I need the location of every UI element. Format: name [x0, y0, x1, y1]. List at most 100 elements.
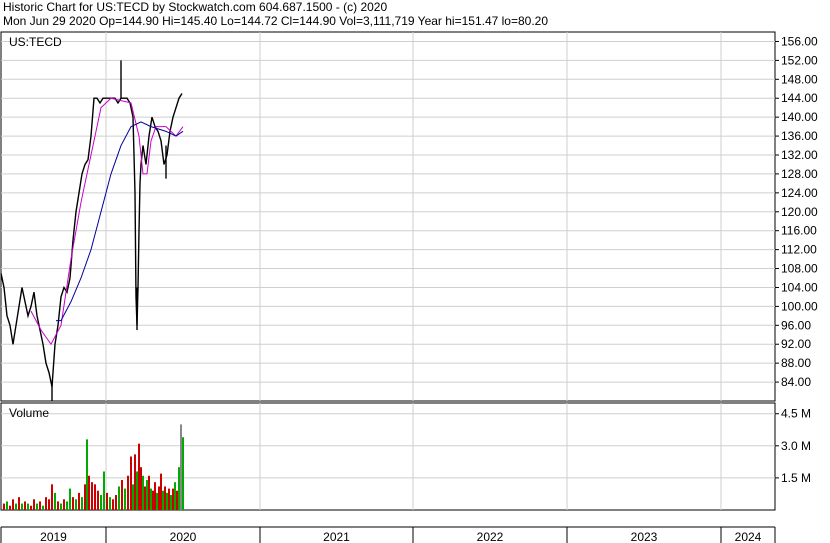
volume-bar [69, 488, 71, 510]
volume-bar [94, 484, 96, 510]
volume-bar [54, 492, 56, 510]
year-label: 2023 [631, 530, 658, 543]
price-tick-label: 84.00 [781, 375, 811, 389]
series-line-ma_short [30, 97, 184, 346]
price-tick-label: 104.00 [781, 280, 818, 294]
volume-bar [162, 490, 164, 510]
volume-bar [164, 486, 166, 510]
volume-panel-title: Volume [9, 406, 49, 420]
volume-bar [152, 490, 154, 510]
price-tick-label: 136.00 [781, 129, 818, 143]
price-tick-label: 128.00 [781, 167, 818, 181]
volume-bar [60, 503, 62, 510]
volume-bar [63, 499, 65, 510]
price-tick-label: 100.00 [781, 299, 818, 313]
volume-bar [6, 501, 8, 510]
price-tick-label: 120.00 [781, 205, 818, 219]
price-chart: 156.00 152.00 148.00 144.00 140.00 136.00 132.… [0, 31, 818, 543]
volume-bar [57, 501, 59, 510]
volume-bar [51, 484, 53, 510]
volume-bar [180, 424, 182, 510]
volume-bar [97, 490, 99, 510]
volume-bar [146, 480, 148, 510]
price-tick-label: 116.00 [781, 224, 817, 238]
volume-bar [81, 497, 83, 510]
year-label: 2022 [477, 530, 504, 543]
volume-bar [103, 471, 105, 510]
price-tick-label: 156.00 [781, 34, 818, 48]
price-tick-label: 108.00 [781, 262, 818, 276]
price-tick-label: 148.00 [781, 72, 818, 86]
volume-tick-label: 1.5 M [781, 471, 811, 485]
volume-bar [78, 492, 80, 510]
volume-bar [170, 495, 172, 510]
volume-bar [176, 490, 178, 510]
volume-bar [21, 503, 23, 510]
price-tick-label: 132.00 [781, 148, 818, 162]
volume-bar [72, 497, 74, 510]
volume-bar [88, 475, 90, 510]
volume-bar [148, 475, 150, 510]
volume-bar [18, 497, 20, 510]
volume-bar [106, 492, 108, 510]
volume-bar [132, 484, 134, 510]
volume-bar [112, 499, 114, 510]
volume-bar [86, 439, 88, 510]
volume-bar [118, 486, 120, 510]
volume-bar [138, 443, 140, 510]
volume-bar [130, 456, 132, 510]
volume-bar [178, 467, 180, 510]
price-tick-label: 152.00 [781, 53, 818, 67]
volume-bar [136, 471, 138, 510]
volume-bar [142, 475, 144, 510]
volume-bar [158, 486, 160, 510]
volume-tick-label: 4.5 M [781, 407, 811, 421]
volume-bar [66, 501, 68, 510]
volume-bar [160, 473, 162, 510]
year-label: 2021 [323, 530, 350, 543]
price-tick-label: 112.00 [781, 243, 817, 257]
price-tick-label: 140.00 [781, 110, 818, 124]
volume-bar [166, 492, 168, 510]
volume-bar [144, 486, 146, 510]
volume-bar [100, 495, 102, 510]
volume-bar [127, 475, 129, 510]
volume-tick-label: 3.0 M [781, 439, 811, 453]
price-tick-label: 96.00 [781, 318, 811, 332]
volume-bar [140, 467, 142, 510]
volume-bar [154, 482, 156, 510]
price-panel-title: US:TECD [9, 35, 62, 49]
volume-bar [172, 488, 174, 510]
volume-bar [91, 482, 93, 510]
volume-bar [12, 499, 14, 510]
price-tick-label: 92.00 [781, 337, 811, 351]
volume-bar [39, 501, 41, 510]
volume-bar [45, 497, 47, 510]
year-label: 2020 [170, 530, 197, 543]
volume-bar [24, 501, 26, 510]
volume-bar [84, 484, 86, 510]
volume-bar [48, 499, 50, 510]
volume-bar [33, 499, 35, 510]
volume-bar [30, 505, 32, 510]
volume-panel-border [0, 402, 776, 511]
price-tick-label: 88.00 [781, 356, 811, 370]
price-tick-label: 124.00 [781, 186, 818, 200]
volume-bar [15, 503, 17, 510]
volume-bar [115, 495, 117, 510]
volume-bar [121, 480, 123, 510]
volume-bar [42, 505, 44, 510]
year-label: 2019 [40, 530, 67, 543]
volume-bar [156, 492, 158, 510]
volume-bar [174, 482, 176, 510]
volume-bar [75, 499, 77, 510]
volume-bar [124, 488, 126, 510]
year-label: 2024 [735, 530, 762, 543]
volume-bar [3, 503, 5, 510]
volume-bar [134, 454, 136, 510]
volume-bar [27, 503, 29, 510]
volume-bar [36, 503, 38, 510]
volume-bar [109, 497, 111, 510]
volume-bar [9, 505, 11, 510]
series-line-price [0, 93, 183, 387]
